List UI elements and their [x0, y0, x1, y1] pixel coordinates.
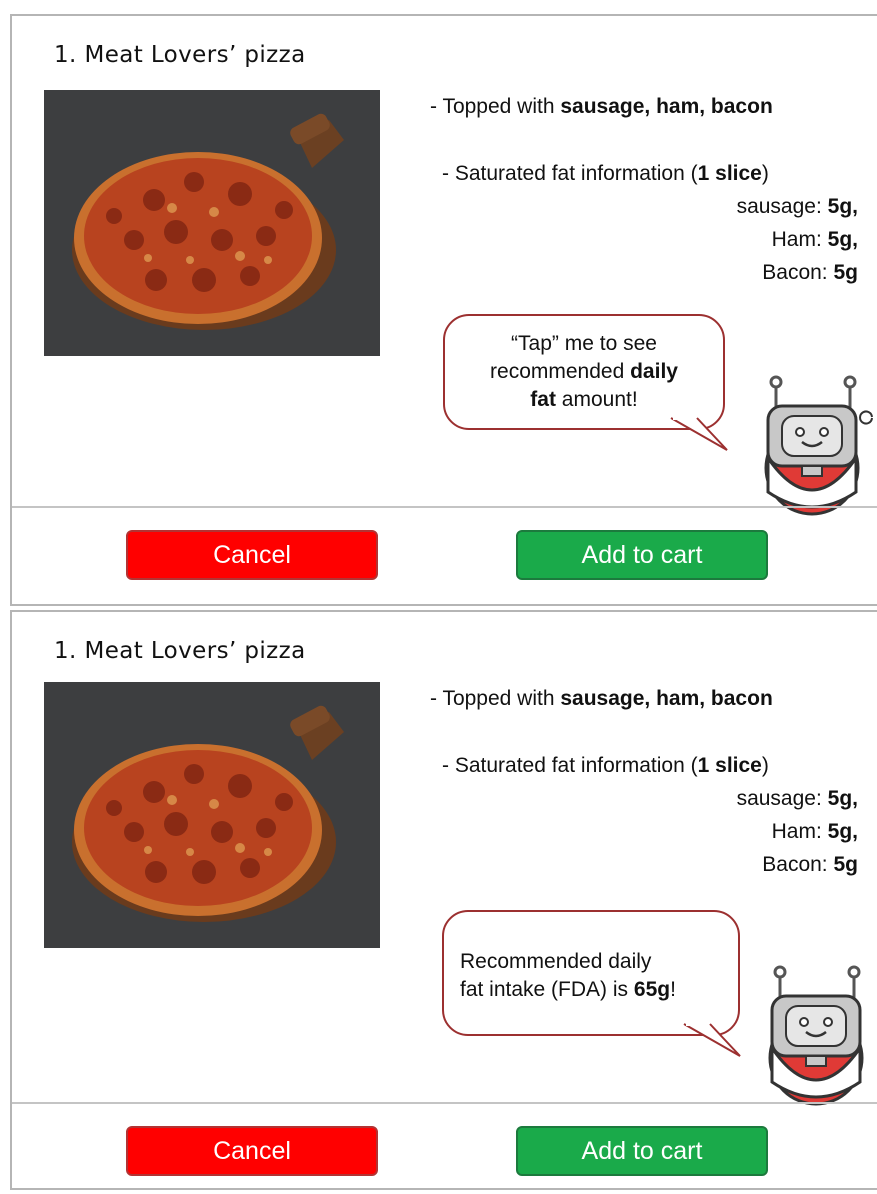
- toppings-line: - Topped with sausage, ham, bacon: [418, 90, 858, 123]
- fat-row-value: 5g,: [827, 195, 858, 218]
- bubble-bold-text: fat: [530, 388, 556, 411]
- add-to-cart-button[interactable]: Add to cart: [516, 1126, 768, 1176]
- pizza-image: [44, 682, 380, 948]
- fat-row-label: Bacon:: [762, 853, 834, 876]
- pizza-detail-screen-fda-info: 1. Meat Lovers’ pizza - Topped with saus…: [10, 610, 877, 1190]
- sat-fat-prefix: - Saturated fat information (: [442, 162, 698, 185]
- fat-row-ham: Ham: 5g,: [418, 223, 858, 256]
- sat-fat-suffix: ): [761, 754, 769, 777]
- bubble-text: !: [670, 978, 676, 1001]
- fat-row-value: 5g,: [827, 787, 858, 810]
- fat-row-value: 5g: [833, 853, 858, 876]
- bubble-line-1: Recommended daily: [460, 950, 652, 973]
- fat-row-label: Bacon:: [762, 261, 834, 284]
- toppings-line: - Topped with sausage, ham, bacon: [418, 682, 858, 715]
- sat-fat-portion: 1 slice: [697, 754, 762, 777]
- fat-row-ham: Ham: 5g,: [418, 815, 858, 848]
- robot-assistant-icon[interactable]: [758, 962, 877, 1106]
- footer-divider: [12, 1102, 877, 1104]
- bubble-bold-text: 65g: [633, 978, 671, 1001]
- fat-row-value: 5g,: [827, 228, 858, 251]
- robot-speech-bubble[interactable]: Recommended daily fat intake (FDA) is 65…: [442, 910, 741, 1057]
- toppings-list: sausage, ham, bacon: [560, 687, 773, 710]
- pizza-illustration: [44, 90, 380, 356]
- product-title: 1. Meat Lovers’ pizza: [54, 42, 306, 68]
- sat-fat-suffix: ): [761, 162, 769, 185]
- fat-row-value: 5g: [833, 261, 858, 284]
- product-info: - Topped with sausage, ham, bacon - Satu…: [418, 90, 858, 289]
- bubble-line-2: fat intake (FDA) is 65g!: [460, 976, 738, 1004]
- toppings-list: sausage, ham, bacon: [560, 95, 773, 118]
- product-title: 1. Meat Lovers’ pizza: [54, 638, 306, 664]
- cancel-button[interactable]: Cancel: [126, 1126, 378, 1176]
- bubble-line-1: “Tap” me to see: [511, 332, 657, 355]
- bubble-text: fat intake (FDA) is: [460, 978, 634, 1001]
- robot-speech-bubble[interactable]: “Tap” me to see recommended daily fat am…: [443, 314, 728, 451]
- pizza-illustration: [44, 682, 380, 948]
- fat-row-sausage: sausage: 5g,: [418, 190, 858, 223]
- pizza-image: [44, 90, 380, 356]
- fat-row-sausage: sausage: 5g,: [418, 782, 858, 815]
- sat-fat-prefix: - Saturated fat information (: [442, 754, 698, 777]
- product-info: - Topped with sausage, ham, bacon - Satu…: [418, 682, 858, 881]
- bubble-tail: [670, 415, 728, 451]
- fat-row-label: sausage:: [736, 195, 828, 218]
- toppings-prefix: - Topped with: [430, 687, 561, 710]
- sat-fat-portion: 1 slice: [697, 162, 762, 185]
- bubble-text: amount!: [555, 388, 638, 411]
- fat-row-label: sausage:: [736, 787, 828, 810]
- bubble-line-3: fat amount!: [445, 386, 723, 414]
- add-to-cart-button[interactable]: Add to cart: [516, 530, 768, 580]
- bubble-text: recommended: [490, 360, 631, 383]
- fat-row-label: Ham:: [771, 820, 828, 843]
- fat-row-label: Ham:: [771, 228, 828, 251]
- toppings-prefix: - Topped with: [430, 95, 561, 118]
- saturated-fat-heading: - Saturated fat information (1 slice): [418, 749, 858, 782]
- bubble-bold-text: daily: [630, 360, 678, 383]
- footer-divider: [12, 506, 877, 508]
- cancel-button[interactable]: Cancel: [126, 530, 378, 580]
- saturated-fat-heading: - Saturated fat information (1 slice): [418, 157, 858, 190]
- fat-row-value: 5g,: [827, 820, 858, 843]
- fat-row-bacon: Bacon: 5g: [418, 848, 858, 881]
- robot-assistant-icon[interactable]: [754, 372, 877, 516]
- bubble-line-2: recommended daily: [445, 358, 723, 386]
- bubble-tail: [683, 1021, 741, 1057]
- pizza-detail-screen-tap-prompt: 1. Meat Lovers’ pizza - Topped with saus…: [10, 14, 877, 606]
- fat-row-bacon: Bacon: 5g: [418, 256, 858, 289]
